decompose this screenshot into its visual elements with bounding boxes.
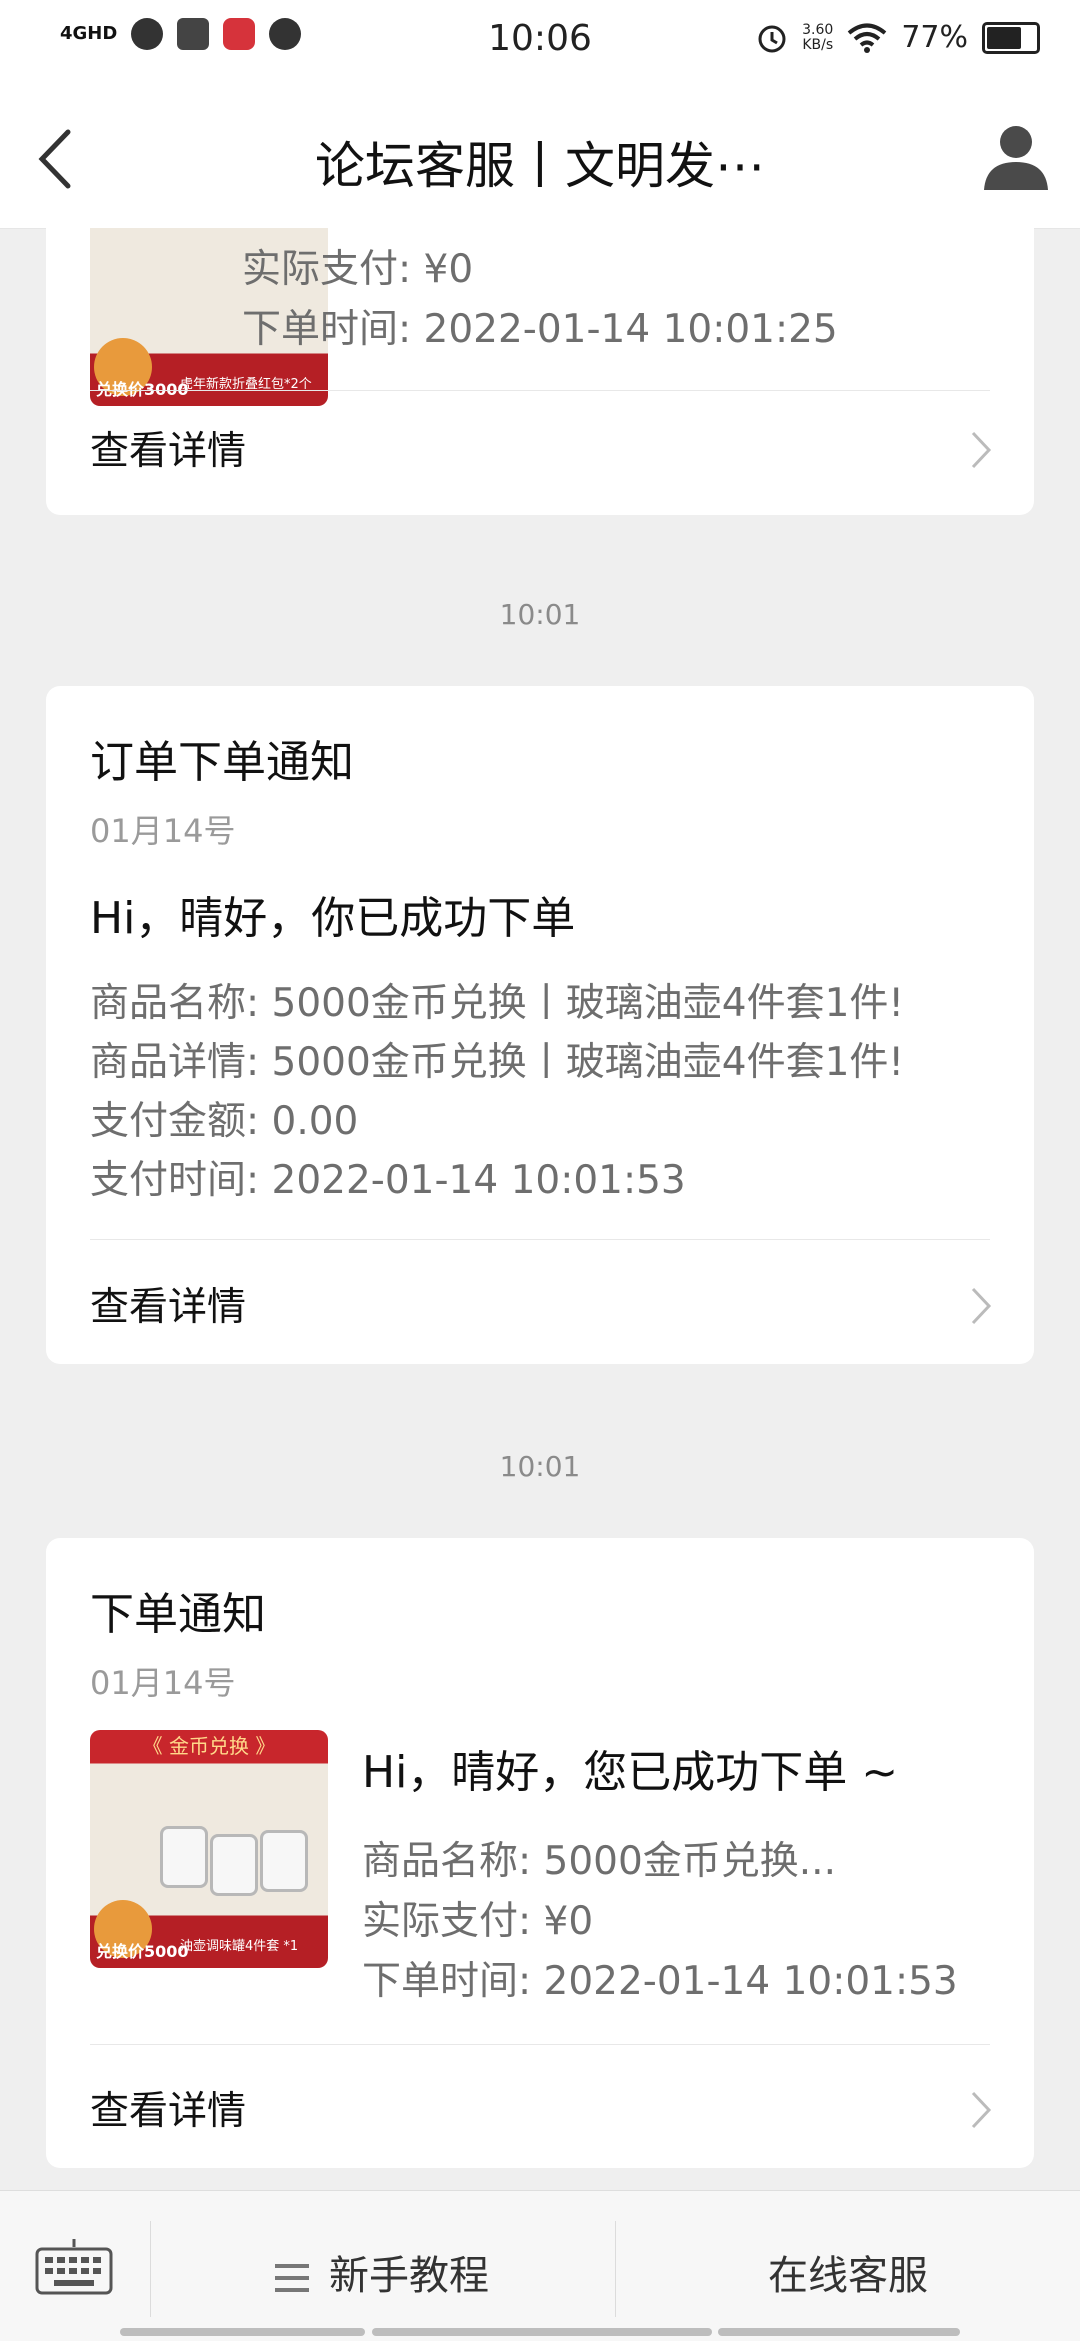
alarm-icon bbox=[758, 25, 786, 52]
thumb-banner: 《 金币兑换 》 bbox=[142, 1734, 276, 1758]
order-time-line: 下单时间: 2022-01-14 10:01:53 bbox=[362, 1959, 958, 2004]
card-date: 01月14号 bbox=[90, 812, 236, 850]
payment-line: 实际支付: ¥0 bbox=[242, 247, 474, 292]
divider bbox=[90, 390, 990, 391]
nav-bar: 论坛客服丨文明发⋯ bbox=[0, 90, 1080, 229]
thumb-price-tag: 兑换价3000 bbox=[96, 380, 189, 399]
page-title: 论坛客服丨文明发⋯ bbox=[315, 137, 765, 195]
view-details-link[interactable]: 查看详情 bbox=[90, 1276, 246, 1332]
profile-icon[interactable] bbox=[980, 120, 1052, 192]
message-feed[interactable]: 兑换价3000 虎年新款折叠红包*2个 实际支付: ¥0 下单时间: 2022-… bbox=[0, 228, 1080, 2190]
message-time: 10:01 bbox=[499, 598, 581, 631]
order-placed-card: 订单下单通知 01月14号 Hi，晴好，你已成功下单 商品名称: 5000金币兑… bbox=[46, 686, 1034, 1364]
product-detail-line: 商品详情: 5000金币兑换丨玻璃油壶4件套1件! bbox=[90, 1040, 905, 1085]
thumb-caption: 油壶调味罐4件套 *1 bbox=[180, 1939, 299, 1954]
divider bbox=[90, 2044, 990, 2045]
view-details-link[interactable]: 查看详情 bbox=[90, 420, 246, 476]
product-name-line: 商品名称: 5000金币兑换... bbox=[362, 1839, 836, 1884]
payment-line: 实际支付: ¥0 bbox=[362, 1899, 594, 1944]
battery-percent: 77% bbox=[901, 20, 968, 55]
tutorial-menu-label: 新手教程 bbox=[329, 2253, 489, 2299]
order-notice-card: 兑换价3000 虎年新款折叠红包*2个 实际支付: ¥0 下单时间: 2022-… bbox=[46, 228, 1034, 515]
status-bar: 4GHD 10:06 3.60 KB/s 77% bbox=[0, 0, 1080, 90]
order-time-line: 下单时间: 2022-01-14 10:01:25 bbox=[242, 307, 838, 352]
home-indicator bbox=[120, 2328, 365, 2336]
keyboard-icon[interactable] bbox=[34, 2237, 114, 2297]
chevron-right-icon bbox=[971, 431, 992, 469]
view-details-link[interactable]: 查看详情 bbox=[90, 2080, 246, 2136]
card-date: 01月14号 bbox=[90, 1664, 236, 1702]
home-indicator bbox=[372, 2328, 712, 2336]
payment-amount-line: 支付金额: 0.00 bbox=[90, 1099, 359, 1144]
divider bbox=[90, 1239, 990, 1240]
chevron-right-icon bbox=[971, 2091, 992, 2129]
jar-graphic bbox=[260, 1830, 308, 1892]
menu-icon bbox=[275, 2264, 309, 2292]
jar-graphic bbox=[210, 1834, 258, 1896]
home-indicator bbox=[718, 2328, 960, 2336]
battery-fill bbox=[987, 26, 1021, 49]
back-arrow-icon[interactable] bbox=[28, 124, 88, 194]
bottom-menu-bar: 新手教程 在线客服 bbox=[0, 2190, 1080, 2341]
battery-icon bbox=[982, 21, 1040, 54]
product-name-line: 商品名称: 5000金币兑换丨玻璃油壶4件套1件! bbox=[90, 981, 905, 1026]
tutorial-menu-button[interactable]: 新手教程 bbox=[150, 2243, 614, 2301]
greeting-text: Hi，晴好，你已成功下单 bbox=[90, 893, 576, 944]
card-title: 订单下单通知 bbox=[90, 737, 354, 788]
payment-time-line: 支付时间: 2022-01-14 10:01:53 bbox=[90, 1158, 686, 1203]
online-service-button[interactable]: 在线客服 bbox=[616, 2243, 1080, 2301]
product-thumbnail[interactable]: 《 金币兑换 》 兑换价5000 油壶调味罐4件套 *1 bbox=[90, 1730, 328, 1968]
order-notice-card: 下单通知 01月14号 《 金币兑换 》 兑换价5000 油壶调味罐4件套 *1… bbox=[46, 1538, 1034, 2168]
greeting-text: Hi，晴好，您已成功下单 ~ bbox=[362, 1747, 899, 1798]
thumb-price-tag: 兑换价5000 bbox=[96, 1942, 189, 1961]
card-title: 下单通知 bbox=[90, 1589, 266, 1640]
status-icons-right: 3.60 KB/s 77% bbox=[756, 20, 1040, 55]
jar-graphic bbox=[160, 1826, 208, 1888]
network-speed: 3.60 KB/s bbox=[802, 21, 834, 53]
chevron-right-icon bbox=[971, 1287, 992, 1325]
wifi-icon bbox=[848, 23, 887, 53]
message-time: 10:01 bbox=[499, 1450, 581, 1483]
